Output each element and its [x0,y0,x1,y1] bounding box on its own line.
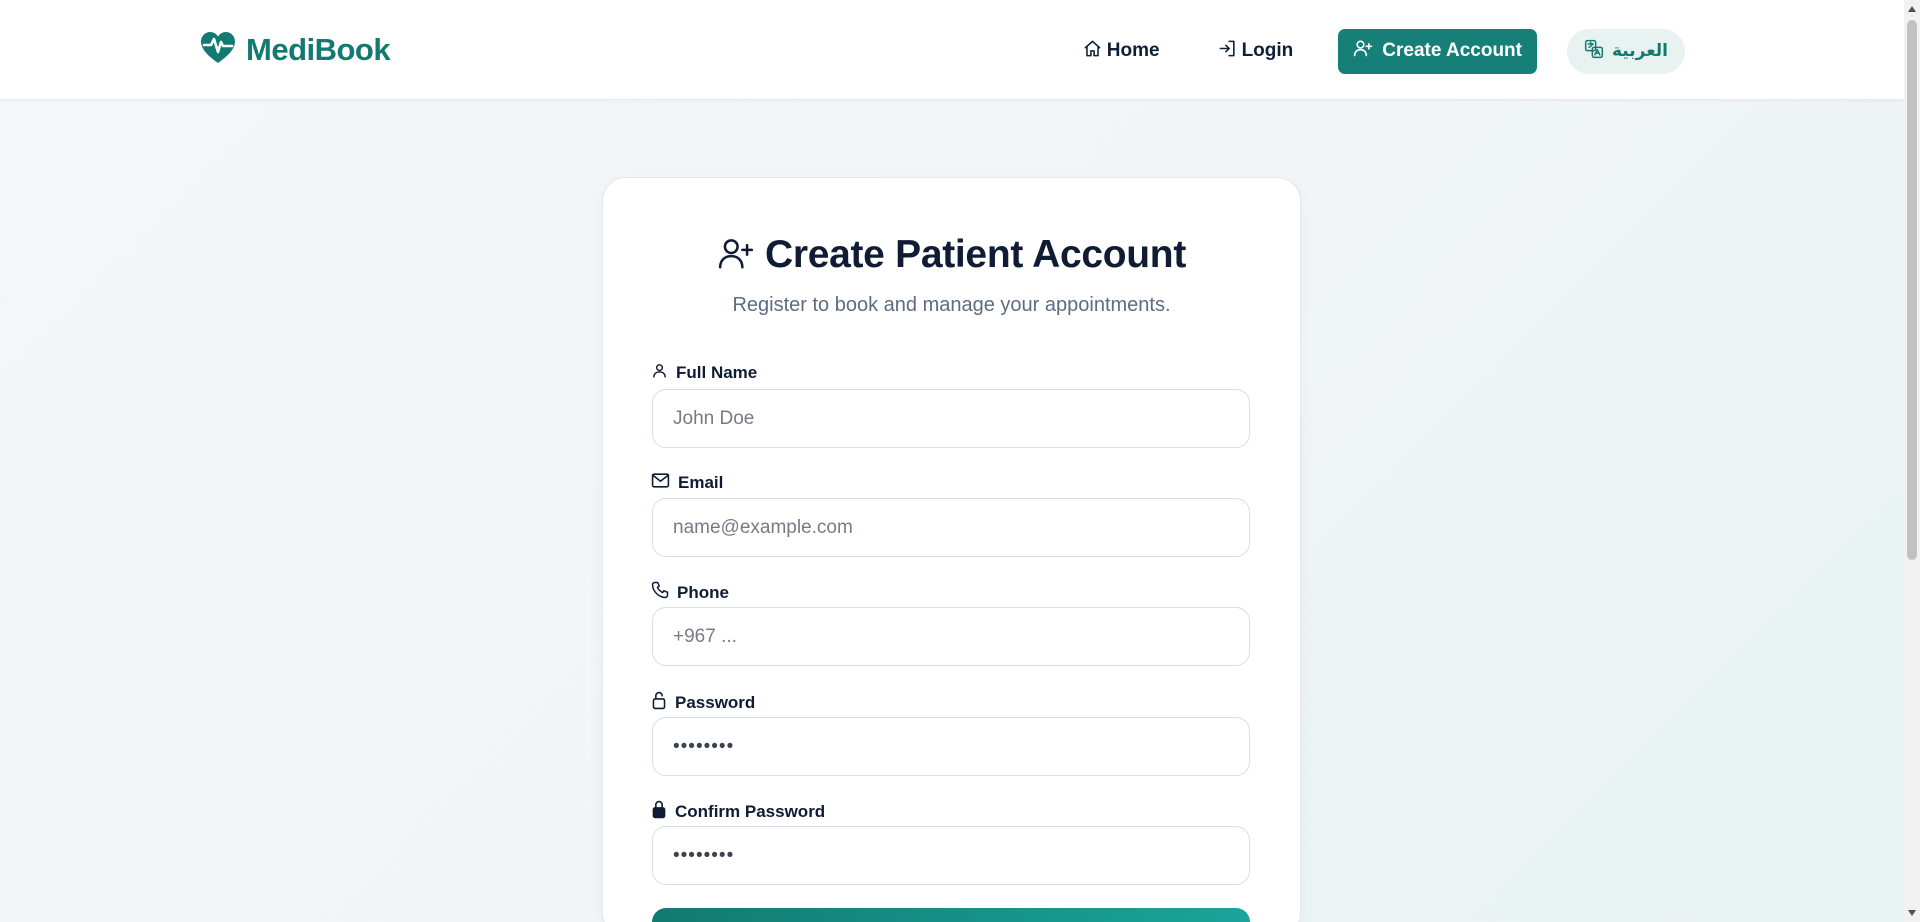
brand-logo[interactable]: MediBook [200,30,391,70]
phone-icon [651,581,669,604]
confirm-password-label: Confirm Password [651,800,825,824]
full-name-input[interactable] [652,389,1250,448]
mail-icon [651,472,670,494]
user-plus-icon [1353,38,1373,64]
password-label-text: Password [675,693,756,712]
lock-open-icon [651,691,667,715]
card-header: Create Patient Account [603,233,1300,277]
email-input[interactable] [652,498,1250,557]
email-label: Email [651,472,723,494]
password-input[interactable] [652,717,1250,776]
confirm-password-label-text: Confirm Password [675,802,826,821]
language-toggle-button[interactable]: العربية [1566,28,1685,74]
page-subtitle: Register to book and manage your appoint… [732,294,1171,316]
page-title: Create Patient Account [764,233,1187,276]
language-label: العربية [1611,41,1668,60]
nav-home-label: Home [1106,40,1160,61]
nav-home-link[interactable]: Home [1063,28,1180,74]
user-icon [651,362,668,384]
create-account-button[interactable]: Create Account [1338,28,1537,74]
nav-login-link[interactable]: Login [1198,28,1314,74]
nav-login-label: Login [1241,40,1294,61]
email-label-text: Email [678,473,724,492]
top-navbar: MediBook Home Login Create Account العرب… [0,0,1904,100]
create-account-label: Create Account [1382,40,1522,61]
scrollbar-thumb[interactable] [1907,20,1917,560]
home-icon [1083,39,1102,64]
full-name-label: Full Name [651,362,757,384]
heart-pulse-icon [200,31,236,70]
confirm-password-input[interactable] [652,826,1250,885]
user-plus-icon [717,234,755,277]
phone-label-text: Phone [677,582,729,602]
login-icon [1218,39,1237,64]
lock-icon [651,800,667,824]
password-label: Password [651,691,755,715]
phone-label: Phone [651,581,729,604]
phone-input[interactable] [652,607,1250,666]
scroll-down-icon[interactable] [1908,910,1916,916]
page-scrollbar[interactable] [1904,0,1920,922]
full-name-label-text: Full Name [676,363,758,382]
nav-links: Home Login Create Account العربية [1063,28,1685,74]
brand-name: MediBook [246,32,391,67]
scroll-up-icon[interactable] [1908,6,1916,12]
translate-icon [1584,39,1604,64]
submit-button[interactable] [652,908,1250,922]
